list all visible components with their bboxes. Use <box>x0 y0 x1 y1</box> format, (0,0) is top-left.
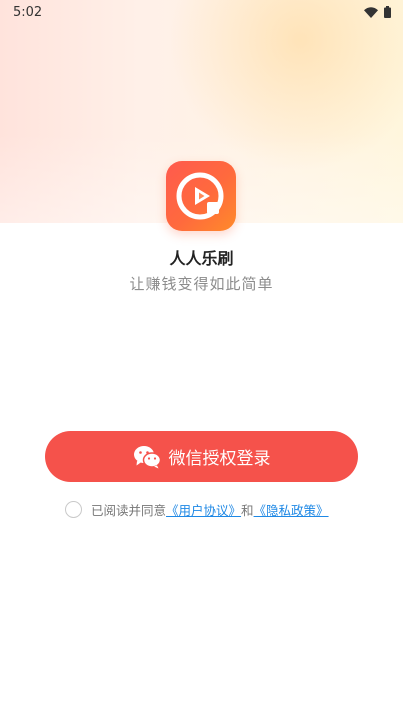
agreement-prefix: 已阅读并同意 <box>91 502 167 518</box>
status-time: 5:02 <box>13 4 43 20</box>
login-button-label: 微信授权登录 <box>168 449 271 469</box>
agreement-conjunction: 和 <box>241 502 254 518</box>
agreement-row: 已阅读并同意 《用户协议》 和 《隐私政策》 <box>65 499 329 519</box>
privacy-policy-link[interactable]: 《隐私政策》 <box>254 500 329 519</box>
wifi-icon <box>364 6 378 18</box>
status-bar: 5:02 <box>0 0 403 24</box>
app-logo <box>166 161 236 231</box>
user-agreement-link[interactable]: 《用户协议》 <box>166 500 241 519</box>
wechat-icon <box>133 445 161 468</box>
status-icons <box>364 6 391 18</box>
battery-icon <box>384 6 391 18</box>
app-slogan: 让赚钱变得如此简单 <box>129 275 274 293</box>
app-name: 人人乐刷 <box>169 249 234 268</box>
wechat-login-button[interactable]: 微信授权登录 <box>45 431 358 482</box>
app-play-icon <box>176 172 224 220</box>
agreement-checkbox[interactable] <box>65 500 82 518</box>
